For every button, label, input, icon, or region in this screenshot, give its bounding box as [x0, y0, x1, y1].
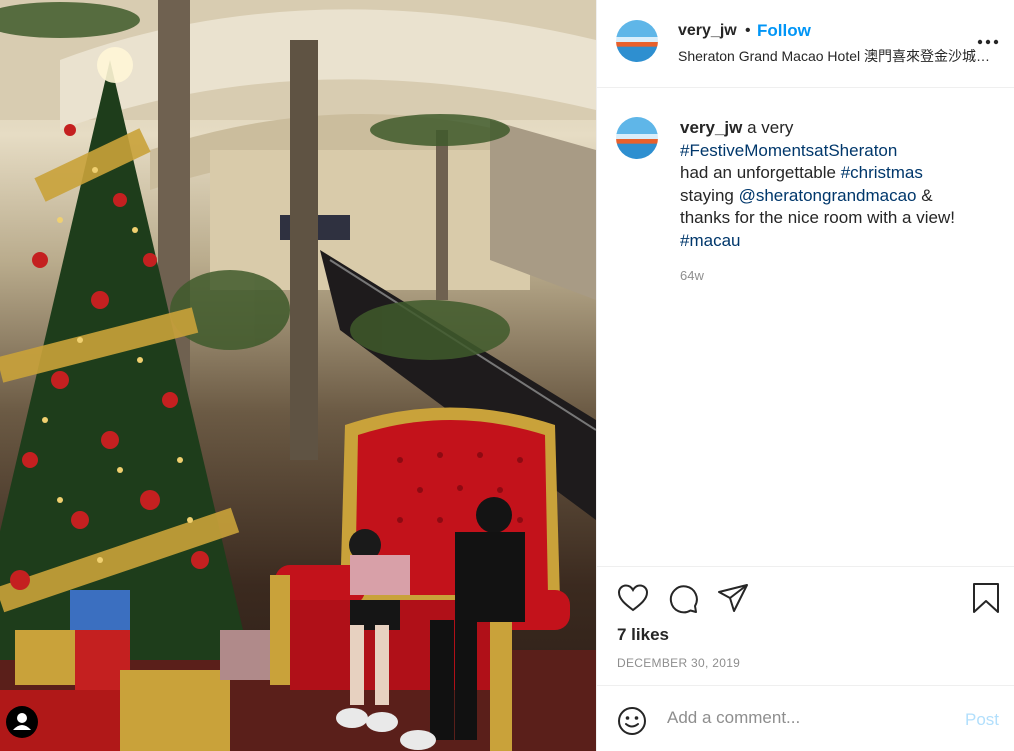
- caption-avatar[interactable]: [616, 117, 658, 159]
- hashtag-macau[interactable]: #macau: [680, 231, 740, 250]
- caption-line-4: staying @sheratongrandmacao &: [680, 185, 1000, 208]
- author-username[interactable]: very_jw: [678, 22, 737, 40]
- caption-text-1: a very: [742, 118, 794, 137]
- comment-input[interactable]: [667, 708, 937, 728]
- caption-age[interactable]: 64w: [680, 268, 704, 283]
- mention-sheraton[interactable]: @sheratongrandmacao: [739, 186, 917, 205]
- tagged-users-button[interactable]: [6, 706, 38, 738]
- caption-line-2: #FestiveMomentsatSheraton: [680, 140, 1000, 163]
- likes-count[interactable]: 7 likes: [617, 625, 669, 645]
- post-comment-button[interactable]: Post: [965, 710, 999, 730]
- actions-divider: [597, 566, 1014, 567]
- post-photo[interactable]: [0, 0, 596, 751]
- smiley-icon[interactable]: [617, 706, 647, 736]
- hashtag-festive[interactable]: #FestiveMomentsatSheraton: [680, 141, 897, 160]
- caption-text-5: thanks for the nice room with a view!: [680, 208, 955, 227]
- user-icon: [13, 713, 31, 730]
- hashtag-christmas[interactable]: #christmas: [841, 163, 923, 182]
- caption: very_jw a very #FestiveMomentsatSheraton…: [680, 117, 1000, 252]
- bookmark-icon[interactable]: [971, 582, 1001, 614]
- author-avatar[interactable]: [616, 20, 658, 62]
- location-link[interactable]: Sheraton Grand Macao Hotel 澳門喜來登金沙城中心: [678, 46, 998, 66]
- caption-text-4: staying: [680, 185, 739, 205]
- header-divider: [597, 87, 1014, 88]
- caption-line-1: very_jw a very: [680, 117, 1000, 140]
- photo-scene: [0, 0, 596, 751]
- caption-line-3: had an unforgettable #christmas: [680, 162, 1000, 185]
- speech-bubble-icon[interactable]: [667, 583, 699, 615]
- caption-text-4b: &: [916, 185, 933, 205]
- paper-plane-icon[interactable]: [717, 583, 749, 613]
- caption-line-5: thanks for the nice room with a view!: [680, 207, 1000, 230]
- caption-line-6: #macau: [680, 230, 1000, 253]
- caption-username[interactable]: very_jw: [680, 118, 742, 137]
- post-date: DECEMBER 30, 2019: [617, 656, 741, 670]
- caption-text-3: had an unforgettable: [680, 163, 841, 182]
- heart-icon[interactable]: [617, 583, 649, 613]
- header-separator: •: [745, 22, 751, 39]
- more-options-icon[interactable]: [977, 38, 999, 46]
- comment-divider: [597, 685, 1014, 686]
- follow-button[interactable]: Follow: [757, 21, 811, 41]
- post-details-panel: very_jw • Follow Sheraton Grand Macao Ho…: [596, 0, 1014, 751]
